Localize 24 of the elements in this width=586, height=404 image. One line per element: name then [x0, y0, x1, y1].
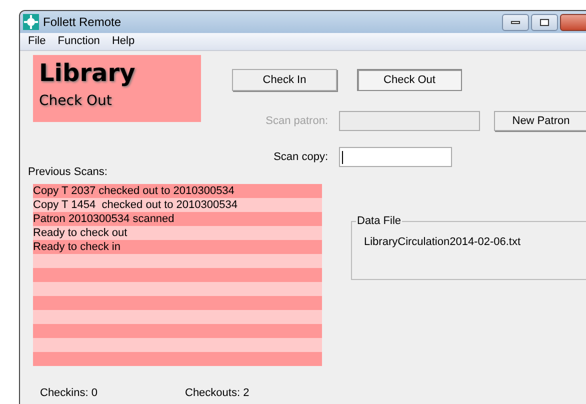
window-title: Follett Remote [43, 14, 122, 31]
app-icon [23, 14, 39, 30]
previous-scans-label: Previous Scans: [28, 165, 108, 179]
input-field[interactable] [339, 147, 452, 167]
scan-entry: Ready to check in [33, 240, 322, 254]
scan-entry: Copy T 2037 checked out to 2010300534 [33, 184, 322, 198]
data-file-name: LibraryCirculation2014-02-06.txt [364, 235, 522, 250]
banner-title: Library [39, 58, 136, 89]
menu-item[interactable]: File [28, 33, 46, 50]
scan-patron-label: Scan patron: [264, 114, 328, 129]
menu-item[interactable]: Help [112, 33, 135, 50]
banner-mode: Check Out [39, 92, 113, 111]
scan-entry: Ready to check out [33, 226, 322, 240]
new-patron-button[interactable]: New Patron [494, 111, 586, 131]
scan-entry: Copy T 1454 checked out to 2010300534 [33, 198, 322, 212]
maximize-button[interactable] [531, 14, 558, 30]
minimize-button[interactable] [502, 14, 529, 30]
checkins-count: Checkins: 0 [40, 386, 98, 401]
checkouts-count: Checkouts: 2 [185, 386, 250, 401]
menu-item[interactable]: Function [58, 33, 100, 50]
mode-button[interactable]: Check In [232, 69, 337, 91]
scan-entry: Patron 2010300534 scanned [33, 212, 322, 226]
mode-button[interactable]: Check Out [357, 69, 462, 91]
scan-copy-label: Scan copy: [272, 150, 328, 165]
